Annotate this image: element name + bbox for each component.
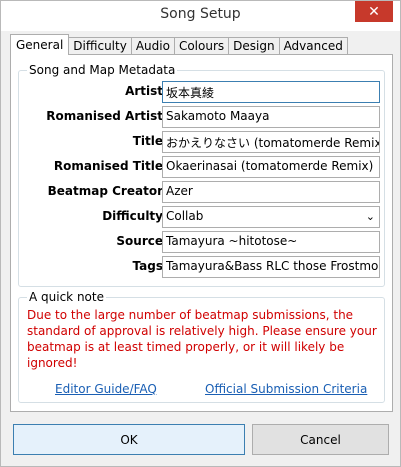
title-input[interactable]: おかえりなさい (tomatomerde Remix) (162, 131, 380, 153)
tab-design[interactable]: Design (228, 37, 280, 55)
source-row: Source Tamayura ~hitotose~ (19, 231, 384, 253)
window-title: Song Setup (160, 6, 241, 22)
romanised-title-input[interactable]: Okaerinasai (tomatomerde Remix) (162, 156, 380, 178)
source-input[interactable]: Tamayura ~hitotose~ (162, 231, 380, 253)
artist-row: Artist 坂本真綾 (19, 81, 384, 103)
close-button[interactable]: ✕ (355, 1, 393, 22)
tags-input[interactable]: Tamayura&Bass RLC those Frostmourne (162, 256, 380, 278)
close-icon: ✕ (368, 3, 380, 20)
romanised-title-label: Romanised Title (53, 159, 163, 173)
tab-general[interactable]: General (10, 34, 70, 55)
tags-label: Tags (132, 259, 163, 273)
title-label: Title (132, 134, 163, 148)
editor-guide-link[interactable]: Editor Guide/FAQ (55, 382, 157, 396)
quick-note-group: A quick note Due to the large number of … (18, 290, 385, 403)
beatmap-creator-label: Beatmap Creator (47, 184, 163, 198)
chevron-down-icon[interactable]: ⌄ (366, 210, 375, 223)
title-row: Title おかえりなさい (tomatomerde Remix) (19, 131, 384, 153)
metadata-group: Song and Map Metadata Artist 坂本真綾 Romani… (18, 63, 385, 287)
cancel-button[interactable]: Cancel (252, 424, 389, 455)
submission-criteria-link[interactable]: Official Submission Criteria (205, 382, 367, 396)
difficulty-label: Difficulty (102, 209, 163, 223)
difficulty-select[interactable]: Collab ⌄ (162, 206, 380, 228)
tab-difficulty[interactable]: Difficulty (68, 37, 132, 55)
title-bar[interactable]: Song Setup ✕ (1, 1, 400, 31)
romanised-artist-row: Romanised Artist Sakamoto Maaya (19, 106, 384, 128)
artist-input[interactable]: 坂本真綾 (162, 81, 380, 103)
ok-button[interactable]: OK (13, 424, 245, 455)
tab-strip: General Difficulty Audio Colours Design … (10, 34, 348, 55)
quick-note-legend: A quick note (27, 290, 106, 304)
tab-colours[interactable]: Colours (173, 37, 230, 55)
difficulty-row: Difficulty Collab ⌄ (19, 206, 384, 228)
romanised-artist-input[interactable]: Sakamoto Maaya (162, 106, 380, 128)
metadata-legend: Song and Map Metadata (27, 63, 178, 77)
tab-audio[interactable]: Audio (130, 37, 175, 55)
song-setup-window: Song Setup ✕ General Difficulty Audio Co… (0, 0, 401, 467)
artist-label: Artist (125, 84, 163, 98)
general-tab-panel: Song and Map Metadata Artist 坂本真綾 Romani… (10, 54, 393, 412)
difficulty-selected-value: Collab (166, 209, 204, 223)
tags-row: Tags Tamayura&Bass RLC those Frostmourne (19, 256, 384, 278)
tab-advanced[interactable]: Advanced (278, 37, 348, 55)
romanised-artist-label: Romanised Artist (46, 109, 163, 123)
source-label: Source (116, 234, 163, 248)
beatmap-creator-row: Beatmap Creator Azer (19, 181, 384, 203)
beatmap-creator-input[interactable]: Azer (162, 181, 380, 203)
romanised-title-row: Romanised Title Okaerinasai (tomatomerde… (19, 156, 384, 178)
quick-note-text: Due to the large number of beatmap submi… (27, 308, 377, 370)
